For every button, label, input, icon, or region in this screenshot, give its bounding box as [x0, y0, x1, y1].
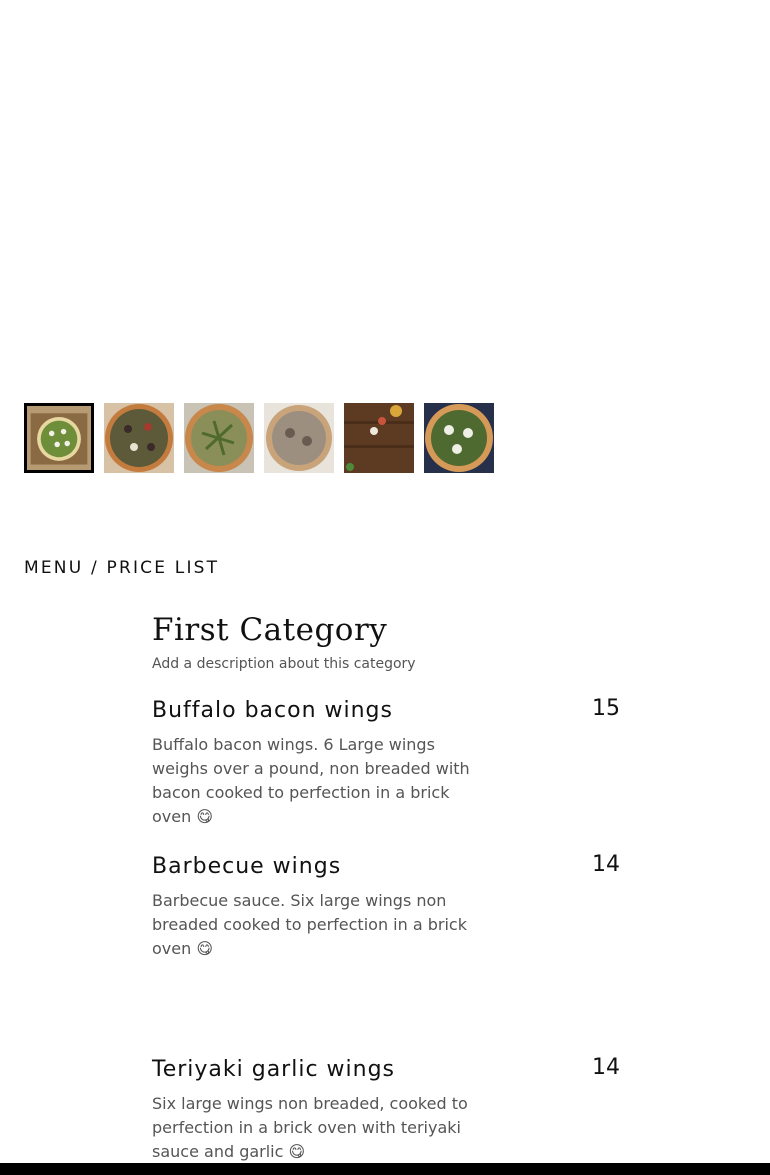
menu-item: Barbecue wings 14 Barbecue sauce. Six la…	[152, 852, 620, 961]
pizza-image	[104, 403, 174, 473]
menu-item: Teriyaki garlic wings 14 Six large wings…	[152, 1055, 620, 1164]
gallery-thumbnails	[24, 403, 494, 473]
menu-item-description: Six large wings non breaded, cooked to p…	[152, 1094, 468, 1161]
menu-item-name: Teriyaki garlic wings	[152, 1057, 396, 1082]
bottom-bar	[0, 1163, 770, 1175]
category-title: First Category	[152, 612, 388, 648]
gallery-thumbnail-3[interactable]	[184, 403, 254, 473]
ingredients-image	[344, 403, 414, 473]
gallery-thumbnail-1[interactable]	[24, 403, 94, 473]
pizza-image	[27, 406, 91, 470]
menu-item-description: Buffalo bacon wings. 6 Large wings weigh…	[152, 735, 470, 826]
gallery-thumbnail-4[interactable]	[264, 403, 334, 473]
category-description: Add a description about this category	[152, 656, 416, 672]
menu-item-description: Barbecue sauce. Six large wings non brea…	[152, 891, 467, 958]
menu-item-name: Barbecue wings	[152, 854, 342, 879]
menu-item-price: 14	[592, 1055, 620, 1080]
menu-item-name: Buffalo bacon wings	[152, 698, 393, 723]
menu-item-price: 14	[592, 852, 620, 877]
menu-item: Buffalo bacon wings 15 Buffalo bacon win…	[152, 696, 620, 829]
gallery-thumbnail-6[interactable]	[424, 403, 494, 473]
gallery-thumbnail-2[interactable]	[104, 403, 174, 473]
pizza-image	[424, 403, 494, 473]
menu-heading: MENU / PRICE LIST	[24, 558, 220, 578]
hero-image-area	[0, 0, 770, 390]
pizza-image	[184, 403, 254, 473]
menu-item-price: 15	[592, 696, 620, 721]
pizza-image	[264, 403, 334, 473]
gallery-thumbnail-5[interactable]	[344, 403, 414, 473]
